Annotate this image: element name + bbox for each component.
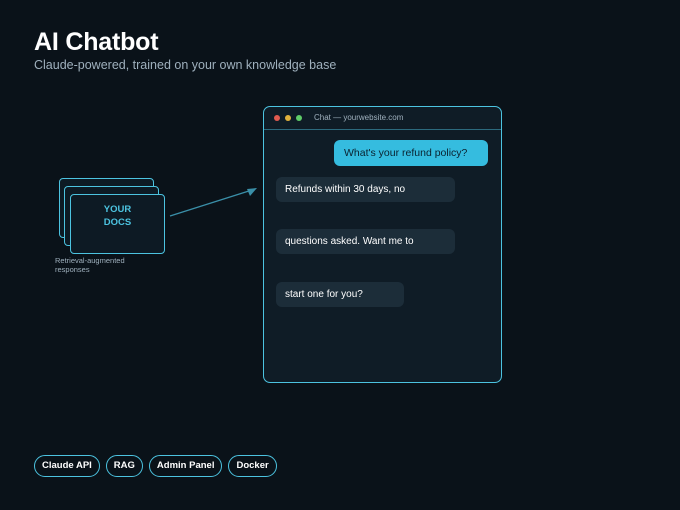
close-dot-icon[interactable]	[274, 115, 280, 121]
bot-message: questions asked. Want me to	[276, 229, 455, 254]
tag-docker: Docker	[228, 455, 277, 477]
page-title: AI Chatbot	[34, 28, 159, 56]
chat-window-title: Chat — yourwebsite.com	[314, 113, 404, 122]
maximize-dot-icon[interactable]	[296, 115, 302, 121]
docs-stack-icon: YOUR DOCS	[58, 178, 168, 258]
docs-label-line2: DOCS	[103, 217, 132, 228]
minimize-dot-icon[interactable]	[285, 115, 291, 121]
chat-window: Chat — yourwebsite.com What's your refun…	[263, 106, 502, 383]
tech-tags: Claude API RAG Admin Panel Docker	[34, 455, 277, 477]
page-subtitle: Claude-powered, trained on your own know…	[34, 58, 337, 72]
tag-rag: RAG	[105, 455, 143, 477]
doc-card-front: YOUR DOCS	[70, 194, 165, 254]
bot-message: start one for you?	[276, 282, 404, 307]
docs-label: YOUR DOCS	[71, 203, 164, 229]
chat-titlebar: Chat — yourwebsite.com	[264, 107, 501, 130]
tag-claude-api: Claude API	[34, 455, 100, 477]
docs-label-line1: YOUR	[103, 204, 132, 215]
user-message: What's your refund policy?	[334, 140, 488, 166]
arrow-icon	[169, 188, 257, 217]
tag-admin-panel: Admin Panel	[148, 455, 223, 477]
docs-caption: Retrieval-augmented responses	[55, 256, 155, 274]
bot-message: Refunds within 30 days, no	[276, 177, 455, 202]
docs-caption-line2: responses	[55, 265, 90, 274]
docs-caption-line1: Retrieval-augmented	[55, 256, 125, 265]
